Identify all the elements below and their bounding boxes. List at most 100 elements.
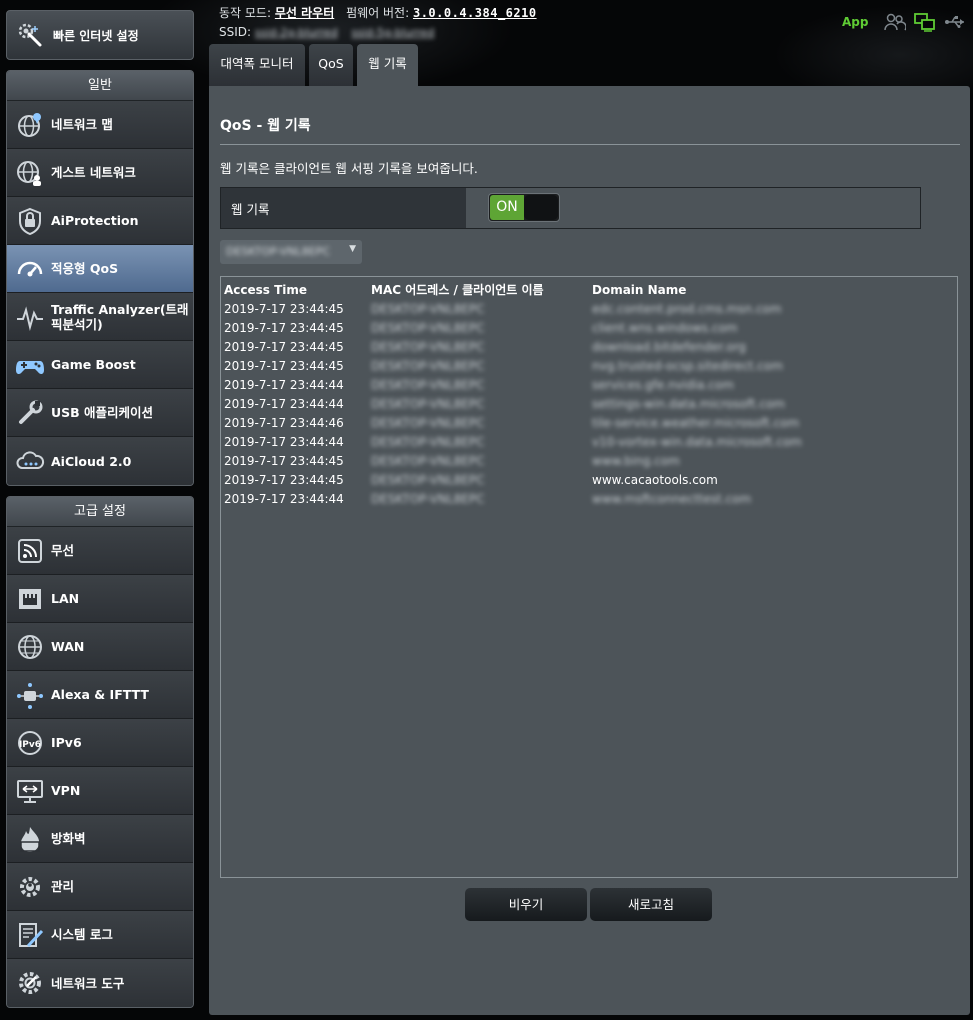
sidebar-item-lan[interactable]: LAN xyxy=(7,575,193,623)
access-time-cell: 2019-7-17 23:44:45 xyxy=(224,454,344,468)
clear-button[interactable]: 비우기 xyxy=(465,888,587,921)
gamepad-icon xyxy=(16,360,44,374)
tab-web-history[interactable]: 웹 기록 xyxy=(357,44,418,86)
sidebar-item-label: 게스트 네트워크 xyxy=(51,165,136,180)
domain-name-cell: services.gfe.nvidia.com xyxy=(592,378,734,392)
column-header-client: MAC 어드레스 / 클라이언트 이름 xyxy=(371,283,544,297)
client-name-cell: DESKTOP-VNL8EPC xyxy=(371,416,485,430)
client-name-cell: DESKTOP-VNL8EPC xyxy=(371,492,485,506)
sidebar-item-label: 네트워크 도구 xyxy=(51,975,125,991)
speedometer-icon xyxy=(17,261,43,276)
sidebar-item-label: 네트워크 맵 xyxy=(51,117,113,132)
refresh-button[interactable]: 새로고침 xyxy=(590,888,712,921)
sidebar-item-ipv6[interactable]: IPv6 IPv6 xyxy=(7,719,193,767)
client-name-cell: DESKTOP-VNL8EPC xyxy=(371,454,485,468)
sidebar-item-alexa-ifttt[interactable]: Alexa & IFTTT xyxy=(7,671,193,719)
client-name-cell: DESKTOP-VNL8EPC xyxy=(371,321,485,335)
sidebar-item-label: AiProtection xyxy=(51,213,139,228)
client-filter-value: DESKTOP-VNL8EPC xyxy=(226,245,331,258)
client-name-cell: DESKTOP-VNL8EPC xyxy=(371,397,485,411)
sidebar-item-game-boost[interactable]: Game Boost xyxy=(7,341,193,389)
advanced-menu: 고급 설정 무선 LAN WAN Alexa & IFTTT IPv6 IPv6… xyxy=(6,496,194,1008)
globe-pin-icon xyxy=(18,112,41,137)
sidebar-item-wireless[interactable]: 무선 xyxy=(7,527,193,575)
access-time-cell: 2019-7-17 23:44:46 xyxy=(224,416,344,430)
chevron-down-icon: ▼ xyxy=(349,244,356,254)
domain-name-cell: www.bing.com xyxy=(592,454,680,468)
title-divider xyxy=(220,144,960,145)
svg-text:IPv6: IPv6 xyxy=(19,740,41,750)
app-link[interactable]: App xyxy=(842,15,868,29)
quick-internet-setup-button[interactable]: 빠른 인터넷 설정 xyxy=(6,10,194,60)
quick-internet-setup-label: 빠른 인터넷 설정 xyxy=(53,28,139,43)
domain-name-cell: www.msftconnecttest.com xyxy=(592,492,752,506)
operation-mode-label: 동작 모드: xyxy=(219,6,272,20)
sidebar-item-aiprotection[interactable]: AiProtection xyxy=(7,197,193,245)
sidebar-item-label: 관리 xyxy=(51,879,75,894)
sidebar-item-label: Traffic Analyzer(트래픽분석기) xyxy=(51,301,189,332)
sidebar-item-guest-network[interactable]: 게스트 네트워크 xyxy=(7,149,193,197)
access-time-cell: 2019-7-17 23:44:45 xyxy=(224,473,344,487)
advanced-menu-title: 고급 설정 xyxy=(7,497,193,527)
sidebar-item-label: 무선 xyxy=(51,543,75,558)
vpn-monitor-icon xyxy=(17,779,43,803)
client-name-cell: DESKTOP-VNL8EPC xyxy=(371,302,485,316)
sidebar-item-usb-application[interactable]: USB 애플리케이션 xyxy=(7,389,193,437)
domain-name-cell: nvg.trusted-ocsp.sitedirect.com xyxy=(592,359,783,373)
toggle-on-label: ON xyxy=(490,195,524,220)
main-panel: QoS - 웹 기록 웹 기록은 클라이언트 웹 서핑 기록을 보여줍니다. 웹… xyxy=(209,86,970,1015)
operation-mode-link[interactable]: 무선 라우터 xyxy=(275,6,334,20)
sidebar-item-system-log[interactable]: 시스템 로그 xyxy=(7,911,193,959)
tab-qos[interactable]: QoS xyxy=(309,44,353,86)
sidebar-item-firewall[interactable]: 방화벽 xyxy=(7,815,193,863)
ssid-5g-value: ssid-5g-blurred xyxy=(351,26,435,39)
web-history-log[interactable]: Access Time MAC 어드레스 / 클라이언트 이름 Domain N… xyxy=(220,276,958,878)
client-name-cell: DESKTOP-VNL8EPC xyxy=(371,359,485,373)
domain-name-cell: edc.content.prod.cms.msn.com xyxy=(592,302,782,316)
web-history-toggle[interactable]: ON xyxy=(488,193,560,222)
sidebar-item-wan[interactable]: WAN xyxy=(7,623,193,671)
sidebar-item-label: Alexa & IFTTT xyxy=(51,687,149,702)
firmware-version-link[interactable]: 3.0.0.4.384_6210 xyxy=(413,6,537,20)
client-name-cell: DESKTOP-VNL8EPC xyxy=(371,340,485,354)
web-history-toggle-label: 웹 기록 xyxy=(221,188,466,228)
domain-name-cell: download.bitdefender.org xyxy=(592,340,747,354)
network-status-icon[interactable] xyxy=(914,12,936,32)
sidebar-item-label: USB 애플리케이션 xyxy=(51,405,154,420)
flame-icon xyxy=(20,826,40,852)
firmware-label: 펌웨어 버전: xyxy=(346,6,410,20)
domain-name-cell: v10-vortex-win.data.microsoft.com xyxy=(592,435,802,449)
access-time-cell: 2019-7-17 23:44:44 xyxy=(224,492,344,506)
log-pencil-icon xyxy=(19,922,44,947)
sidebar-item-vpn[interactable]: VPN xyxy=(7,767,193,815)
ssid-label: SSID: xyxy=(219,25,252,39)
tab-bandwidth-monitor[interactable]: 대역폭 모니터 xyxy=(209,44,305,86)
globe-users-icon xyxy=(17,160,41,186)
sidebar-item-traffic-analyzer[interactable]: Traffic Analyzer(트래픽분석기) xyxy=(7,293,193,341)
client-name-cell: DESKTOP-VNL8EPC xyxy=(371,378,485,392)
tools-gear-icon xyxy=(19,972,41,994)
toggle-knob xyxy=(524,195,558,220)
access-time-cell: 2019-7-17 23:44:44 xyxy=(224,435,344,449)
page-title: QoS - 웹 기록 xyxy=(220,118,311,134)
router-info: 동작 모드: 무선 라우터 펌웨어 버전: 3.0.0.4.384_6210 S… xyxy=(219,4,545,42)
general-menu-title: 일반 xyxy=(7,71,193,101)
sidebar-item-administration[interactable]: 관리 xyxy=(7,863,193,911)
domain-name-cell: tile-service.weather.microsoft.com xyxy=(592,416,800,430)
client-filter-select[interactable]: DESKTOP-VNL8EPC ▼ xyxy=(220,240,362,264)
sidebar-item-label: Game Boost xyxy=(51,357,136,372)
wifi-icon xyxy=(18,538,42,563)
sidebar-item-label: WAN xyxy=(51,639,85,654)
domain-name-cell: client.wns.windows.com xyxy=(592,321,738,335)
usb-status-icon[interactable] xyxy=(944,12,966,32)
sidebar-item-network-map[interactable]: 네트워크 맵 xyxy=(7,101,193,149)
domain-name-cell: www.cacaotools.com xyxy=(592,473,718,487)
status-icons: App xyxy=(842,12,973,32)
sidebar-item-aicloud[interactable]: AiCloud 2.0 xyxy=(7,437,193,485)
sidebar-item-adaptive-qos[interactable]: 적응형 QoS xyxy=(7,245,193,293)
sidebar-item-network-tools[interactable]: 네트워크 도구 xyxy=(7,959,193,1007)
clients-icon[interactable] xyxy=(884,12,907,32)
access-time-cell: 2019-7-17 23:44:45 xyxy=(224,340,344,354)
sidebar-item-label: IPv6 xyxy=(51,735,82,750)
access-time-cell: 2019-7-17 23:44:44 xyxy=(224,378,344,392)
